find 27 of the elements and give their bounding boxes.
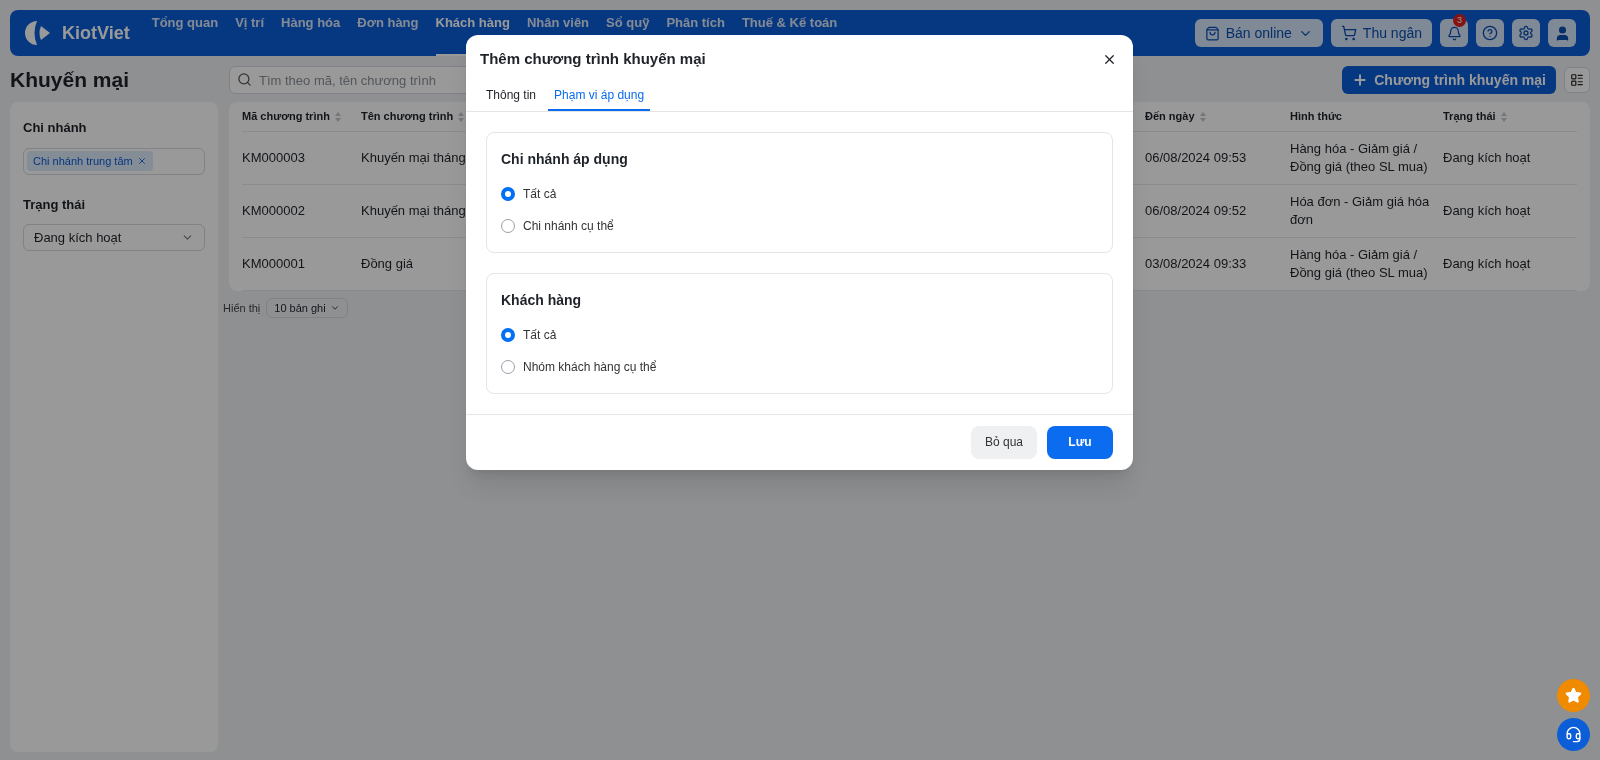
table-cell: Đang kích hoạt bbox=[1443, 202, 1531, 220]
table-cell-text: Hàng hóa - Giảm giá / Đồng giá (theo SL mua) bbox=[1290, 246, 1429, 282]
column-header: Trạng thái bbox=[1443, 109, 1496, 125]
table-cell: Khuyến mại tháng bbox=[361, 202, 466, 220]
section-title: Khách hàng bbox=[501, 290, 583, 310]
table-cell: KM000001 bbox=[242, 255, 305, 273]
filter-label: Trạng thái bbox=[23, 195, 87, 214]
table-cell: KM000002 bbox=[242, 202, 305, 220]
logo-text: KiotViet bbox=[62, 21, 130, 45]
table-cell: Đồng giá bbox=[361, 255, 414, 273]
column-header: Đến ngày bbox=[1145, 109, 1195, 125]
table-cell: 06/08/2024 09:53 bbox=[1145, 149, 1247, 167]
column-header: Hình thức bbox=[1290, 109, 1342, 125]
table-cell: KM000003 bbox=[242, 149, 305, 167]
table-cell: Hóa đơn - Giảm giá hóa đơn bbox=[1290, 193, 1431, 229]
section-title: Chi nhánh áp dụng bbox=[501, 149, 629, 169]
table-cell: Đang kích hoạt bbox=[1443, 255, 1531, 273]
page-title: Khuyến mại bbox=[10, 67, 131, 94]
column-header: Mã chương trình bbox=[242, 109, 330, 125]
table-cell: 06/08/2024 09:52 bbox=[1145, 202, 1247, 220]
table-cell: Khuyến mại tháng bbox=[361, 149, 466, 167]
filter-label: Chi nhánh bbox=[23, 119, 88, 137]
column-header: Tên chương trình bbox=[361, 109, 454, 125]
show-label: Hiển thị bbox=[223, 300, 261, 316]
table-cell: Đang kích hoạt bbox=[1443, 149, 1531, 167]
table-cell: 03/08/2024 09:33 bbox=[1145, 255, 1247, 273]
table-cell-text: Hàng hóa - Giảm giá / Đồng giá (theo SL mua) bbox=[1290, 140, 1429, 176]
